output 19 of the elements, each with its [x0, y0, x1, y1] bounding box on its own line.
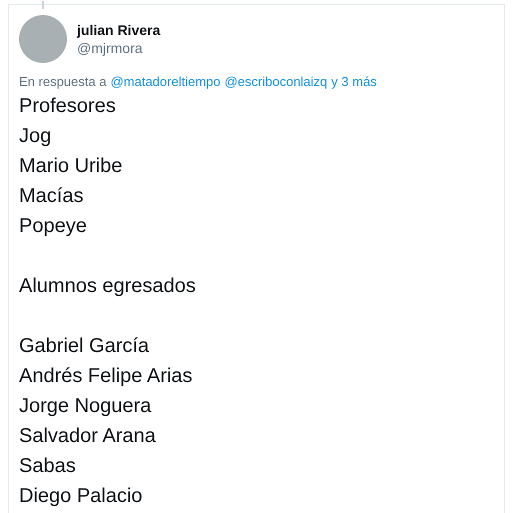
mention-link[interactable]: @escriboconlaizq — [224, 74, 328, 89]
avatar-photo-placeholder[interactable] — [19, 15, 67, 63]
tweet-text-line: Profesores — [19, 94, 117, 119]
mention-link[interactable]: @matadoreltiempo — [110, 74, 220, 89]
tweet-text-line: Diego Palacio — [19, 484, 144, 509]
tweet-text-line: Jorge Noguera — [19, 394, 152, 419]
tweet-text-line: Macías — [19, 184, 84, 209]
tweet-text-line: Sabas — [19, 454, 77, 479]
more-mentions-link[interactable]: y 3 más — [331, 74, 377, 89]
tweet-text-line: Mario Uribe — [19, 154, 124, 179]
tweet-text-line: Alumnos egresados — [19, 274, 197, 299]
author-name[interactable]: julian Rivera — [77, 22, 160, 38]
author-handle[interactable]: @mjrmora — [77, 40, 160, 56]
reply-label: En respuesta a — [19, 74, 106, 89]
tweet-text-line: Andrés Felipe Arias — [19, 364, 194, 389]
tweet-text-line: Jog — [19, 124, 52, 149]
tweet-text-line: Salvador Arana — [19, 424, 157, 449]
tweet-text-line: Gabriel García — [19, 334, 150, 359]
tweet-text-line: Popeye — [19, 214, 88, 239]
